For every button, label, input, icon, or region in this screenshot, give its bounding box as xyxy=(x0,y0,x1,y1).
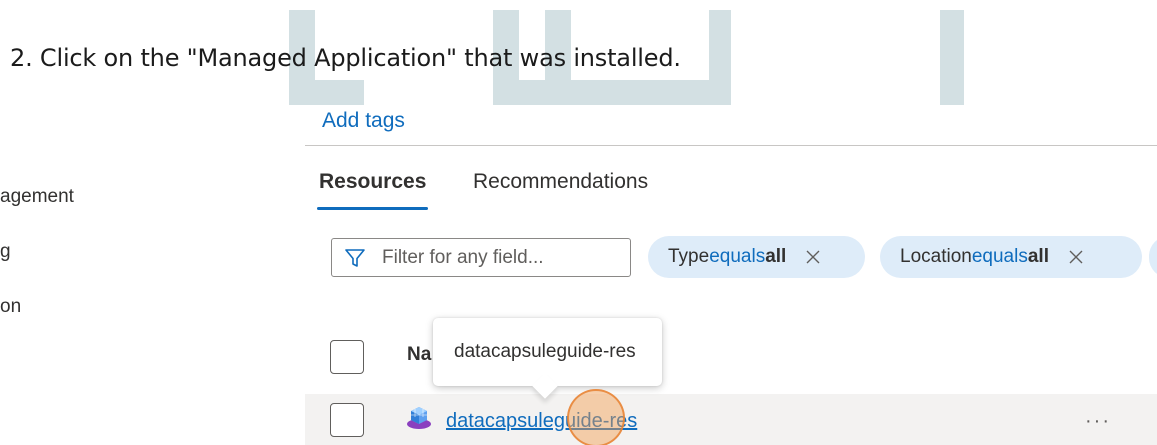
watermark-block xyxy=(289,80,364,105)
column-header-name[interactable]: Na xyxy=(407,344,431,366)
select-all-checkbox[interactable] xyxy=(330,340,364,374)
instruction-text: 2. Click on the "Managed Application" th… xyxy=(10,44,681,72)
more-actions-icon[interactable]: ··· xyxy=(1085,410,1111,433)
close-icon[interactable] xyxy=(806,250,820,264)
tab-resources[interactable]: Resources xyxy=(319,170,426,194)
more-filter-pill[interactable] xyxy=(1149,236,1157,278)
watermark-block xyxy=(493,80,731,105)
watermark-block xyxy=(709,10,731,105)
pill-value: all xyxy=(765,246,787,267)
watermark-block xyxy=(940,10,964,105)
row-checkbox[interactable] xyxy=(330,403,364,437)
pill-value: all xyxy=(1027,246,1049,267)
click-indicator xyxy=(567,389,625,445)
active-tab-indicator xyxy=(317,207,428,210)
divider xyxy=(305,145,1157,146)
tab-recommendations[interactable]: Recommendations xyxy=(473,170,648,194)
pill-keyword: equals xyxy=(971,246,1028,267)
add-tags-link[interactable]: Add tags xyxy=(322,109,405,133)
pill-prefix: Location xyxy=(900,246,972,267)
location-filter-pill[interactable]: Location equals all xyxy=(880,236,1142,278)
filter-box[interactable] xyxy=(331,238,631,277)
filter-icon xyxy=(345,248,365,267)
type-filter-pill[interactable]: Type equals all xyxy=(648,236,865,278)
pill-keyword: equals xyxy=(709,246,766,267)
filter-input[interactable] xyxy=(382,246,622,269)
sidebar-item-label[interactable]: on xyxy=(0,296,21,318)
tooltip-text: datacapsuleguide-res xyxy=(454,341,636,362)
managed-application-icon xyxy=(407,407,431,429)
close-icon[interactable] xyxy=(1069,250,1083,264)
pill-prefix: Type xyxy=(668,246,710,267)
sidebar-item-label[interactable]: g xyxy=(0,241,11,263)
sidebar-item-label[interactable]: agement xyxy=(0,186,74,208)
